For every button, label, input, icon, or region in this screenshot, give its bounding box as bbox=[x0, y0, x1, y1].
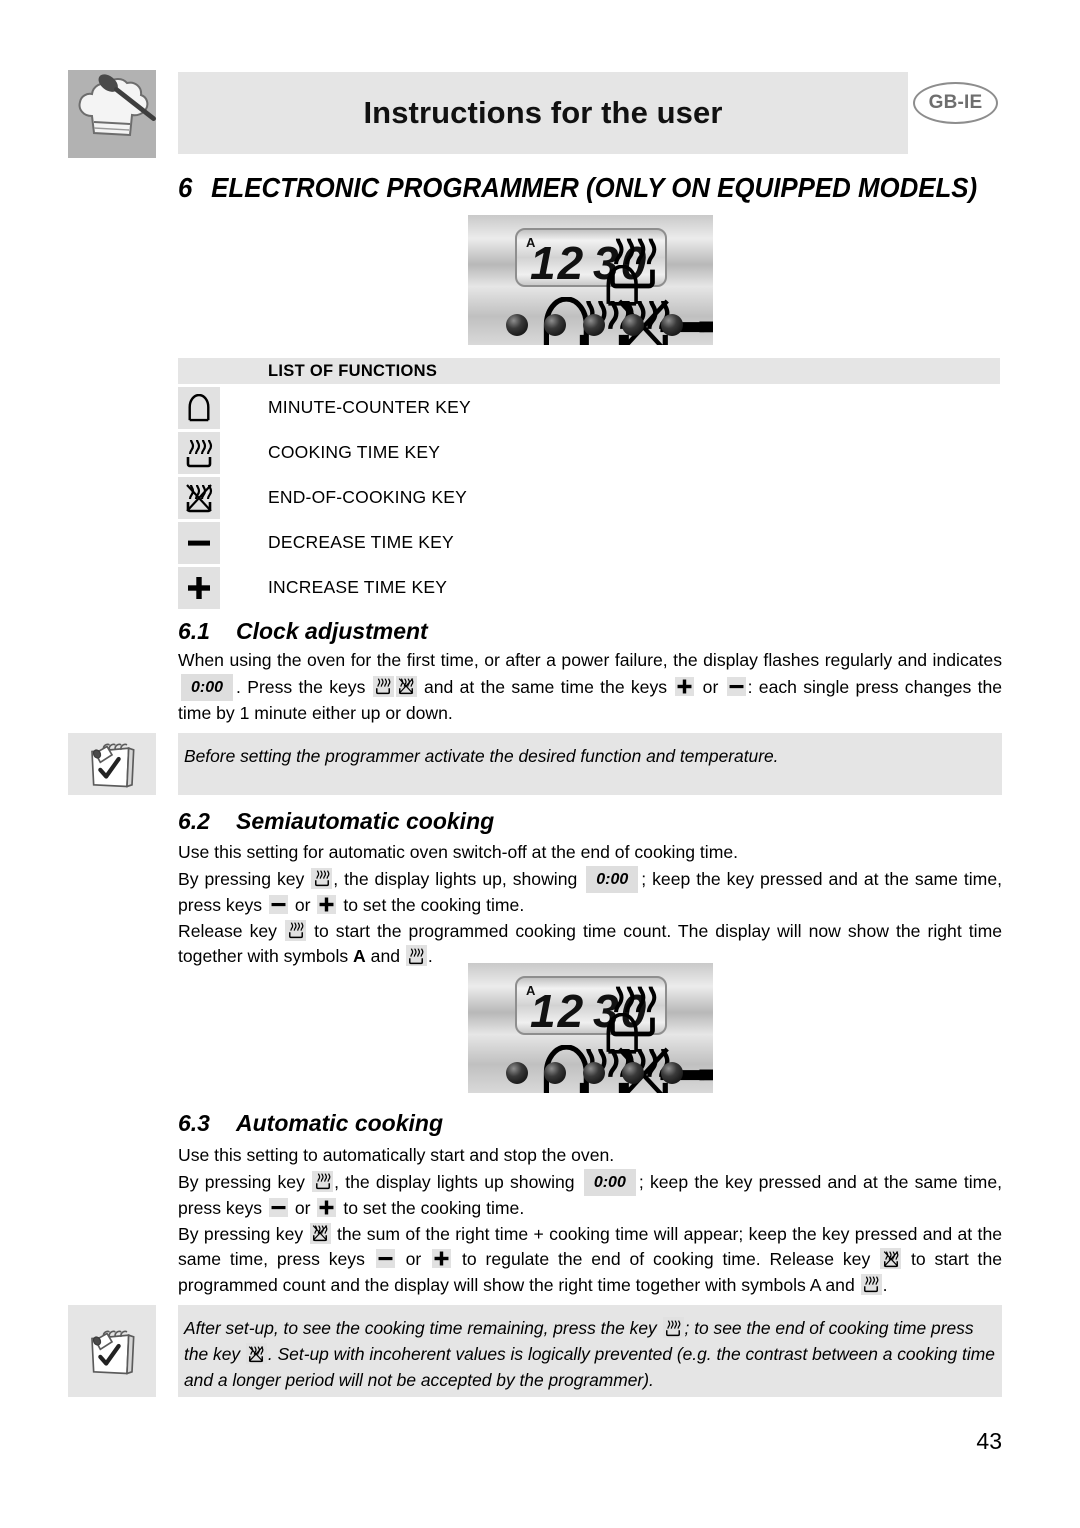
auto-p3-c: to regulate the end of cooking time. Rel… bbox=[462, 1249, 871, 1270]
semi-p3-end: . bbox=[427, 946, 433, 967]
end-of-cooking-icon bbox=[880, 1248, 902, 1270]
minus-icon bbox=[178, 522, 220, 564]
function-label: MINUTE-COUNTER KEY bbox=[268, 397, 471, 417]
section-heading-automatic: 6.3 Automatic cooking bbox=[178, 1110, 443, 1137]
note-box-1: Before setting the programmer activate t… bbox=[68, 733, 1002, 795]
clock-text-or: or bbox=[702, 676, 719, 697]
section-heading-clock: 6.1 Clock adjustment bbox=[178, 618, 428, 645]
cooking-time-icon bbox=[662, 1317, 684, 1338]
section-number: 6.2 bbox=[178, 808, 210, 834]
plus-icon bbox=[432, 1249, 452, 1269]
list-of-functions-title: LIST OF FUNCTIONS bbox=[268, 362, 438, 380]
cooking-time-icon bbox=[312, 1170, 334, 1192]
section-heading-semiautomatic: 6.2 Semiautomatic cooking bbox=[178, 808, 494, 835]
auto-p2-a: By pressing key bbox=[178, 1171, 305, 1192]
end-of-cooking-icon bbox=[178, 477, 220, 519]
function-list: MINUTE-COUNTER KEY COOKING TIME KEY END-… bbox=[178, 387, 1000, 612]
section-number: 6.1 bbox=[178, 618, 210, 644]
page-title: Instructions for the user bbox=[363, 95, 723, 130]
notepad-pencil-icon bbox=[68, 733, 156, 795]
clock-text-c: and at the same time the keys bbox=[423, 676, 668, 697]
semi-p1: Use this setting for automatic oven swit… bbox=[178, 842, 739, 862]
section-title: Automatic cooking bbox=[236, 1110, 444, 1136]
cooking-time-icon bbox=[860, 1273, 882, 1295]
clock-text-a: When using the oven for the first time, … bbox=[178, 650, 1002, 670]
cooking-time-icon bbox=[285, 919, 307, 941]
svg-text:12: 12 bbox=[530, 985, 585, 1037]
auto-p2-d: to set the cooking time. bbox=[343, 1198, 525, 1219]
list-item: COOKING TIME KEY bbox=[178, 432, 1000, 477]
section-title: Clock adjustment bbox=[236, 618, 428, 644]
end-of-cooking-icon bbox=[395, 675, 417, 697]
semi-p2-d: to set the cooking time. bbox=[343, 895, 525, 916]
cooking-time-icon bbox=[372, 675, 394, 697]
svg-text:12: 12 bbox=[530, 237, 585, 289]
auto-p3-end: . bbox=[882, 1274, 888, 1295]
header-band: Instructions for the user bbox=[178, 72, 908, 154]
list-item: DECREASE TIME KEY bbox=[178, 522, 1000, 567]
note-2-c: . Set-up with incoherent values is logic… bbox=[184, 1344, 995, 1390]
section-body-semiautomatic: Use this setting for automatic oven swit… bbox=[178, 840, 1002, 970]
section-body-automatic: Use this setting to automatically start … bbox=[178, 1143, 1002, 1299]
cooking-time-icon bbox=[311, 867, 333, 889]
list-item: INCREASE TIME KEY bbox=[178, 567, 1000, 612]
minus-icon bbox=[268, 895, 288, 915]
plus-icon bbox=[178, 567, 220, 609]
plus-icon bbox=[317, 895, 337, 915]
programmer-panel-image-top: A 12 30 bbox=[468, 215, 713, 345]
minus-icon bbox=[726, 676, 746, 696]
section-number: 6.3 bbox=[178, 1110, 210, 1136]
semi-p2-b: , the display lights up, showing bbox=[333, 868, 578, 889]
symbol-a-label: A bbox=[353, 946, 366, 967]
chef-hat-spoon-icon bbox=[68, 70, 156, 158]
chapter-number: 6 bbox=[178, 172, 193, 203]
minus-icon bbox=[375, 1249, 395, 1269]
programmer-panel-image-bottom: A 12 30 bbox=[468, 963, 713, 1093]
note-text-1: Before setting the programmer activate t… bbox=[178, 733, 1002, 795]
plus-icon bbox=[317, 1198, 337, 1218]
list-item: MINUTE-COUNTER KEY bbox=[178, 387, 1000, 432]
function-label: DECREASE TIME KEY bbox=[268, 532, 454, 552]
auto-p3-a: By pressing key bbox=[178, 1223, 304, 1244]
minute-counter-icon bbox=[178, 387, 220, 429]
note-2-a: After set-up, to see the cooking time re… bbox=[184, 1318, 657, 1338]
end-of-cooking-icon bbox=[245, 1343, 267, 1364]
document-page: Instructions for the user GB-IE 6 ELECTRO… bbox=[0, 0, 1080, 1528]
chapter-heading: 6 ELECTRONIC PROGRAMMER (ONLY ON EQUIPPED… bbox=[178, 172, 977, 204]
minus-icon bbox=[268, 1198, 288, 1218]
semi-p2-or: or bbox=[294, 895, 311, 916]
notepad-pencil-icon bbox=[68, 1305, 156, 1397]
note-box-2: After set-up, to see the cooking time re… bbox=[68, 1305, 1002, 1397]
function-label: END-OF-COOKING KEY bbox=[268, 487, 468, 507]
semi-p2-a: By pressing key bbox=[178, 868, 305, 889]
lcd-value: 0:00 bbox=[181, 673, 234, 702]
list-of-functions-header: LIST OF FUNCTIONS bbox=[178, 358, 1000, 384]
auto-p1: Use this setting to automatically start … bbox=[178, 1145, 615, 1165]
end-of-cooking-icon bbox=[309, 1222, 331, 1244]
page-header: Instructions for the user GB-IE bbox=[68, 70, 998, 158]
cooking-time-icon bbox=[178, 432, 220, 474]
auto-p3-or: or bbox=[405, 1249, 422, 1270]
auto-p2-or: or bbox=[294, 1198, 311, 1219]
section-title: Semiautomatic cooking bbox=[236, 808, 495, 834]
function-label: COOKING TIME KEY bbox=[268, 442, 441, 462]
function-label: INCREASE TIME KEY bbox=[268, 577, 448, 597]
cooking-time-icon bbox=[405, 945, 427, 967]
note-1-paragraph: Before setting the programmer activate t… bbox=[184, 746, 779, 766]
clock-text-b: . Press the keys bbox=[236, 676, 366, 697]
lcd-value: 0:00 bbox=[586, 865, 639, 894]
note-text-2: After set-up, to see the cooking time re… bbox=[178, 1305, 1002, 1397]
chapter-title: ELECTRONIC PROGRAMMER (ONLY ON EQUIPPED … bbox=[211, 172, 978, 203]
semi-p3-and: and bbox=[370, 946, 401, 967]
auto-p2-b: , the display lights up showing bbox=[334, 1171, 575, 1192]
section-body-clock: When using the oven for the first time, … bbox=[178, 648, 1002, 727]
list-item: END-OF-COOKING KEY bbox=[178, 477, 1000, 522]
plus-icon bbox=[675, 676, 695, 696]
language-badge: GB-IE bbox=[913, 82, 998, 124]
page-number: 43 bbox=[976, 1428, 1002, 1454]
lcd-value: 0:00 bbox=[583, 1168, 636, 1197]
semi-p3-a: Release key bbox=[178, 920, 277, 941]
